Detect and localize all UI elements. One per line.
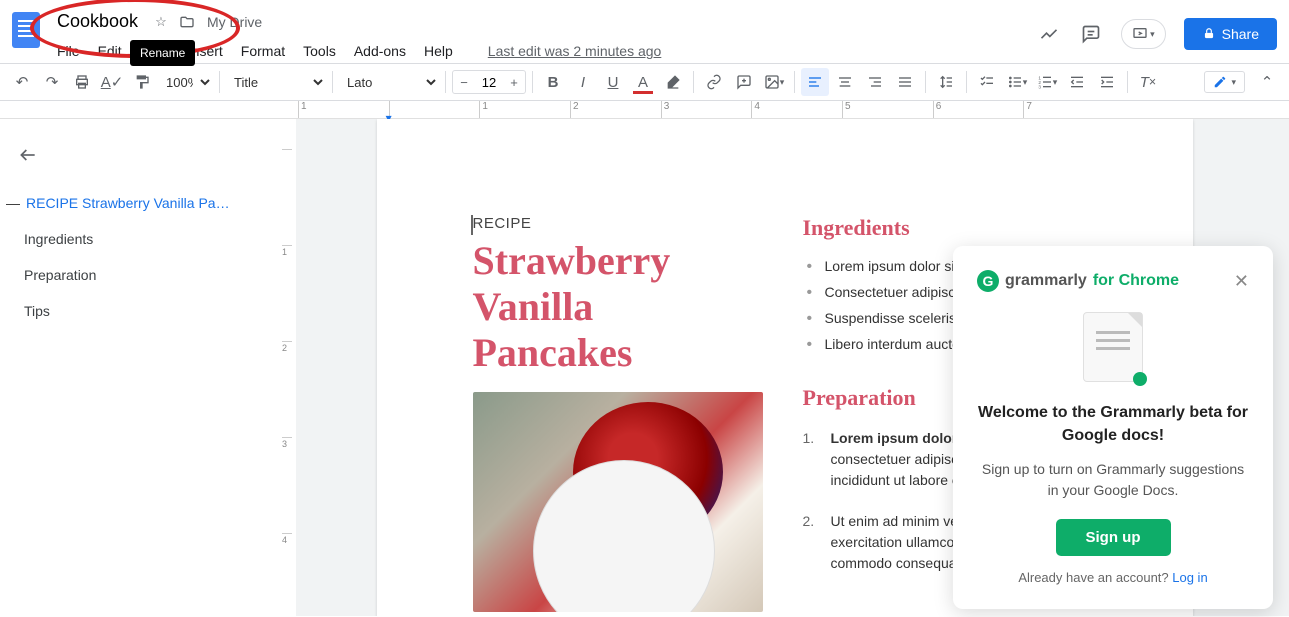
activity-icon[interactable] (1037, 22, 1061, 46)
outline-item-ingredients[interactable]: Ingredients (12, 223, 268, 255)
font-size-input[interactable] (475, 75, 503, 90)
folder-path[interactable]: My Drive (207, 14, 262, 30)
comment-button[interactable] (730, 68, 758, 96)
grammarly-logo-icon: G (977, 270, 999, 292)
bold-button[interactable]: B (539, 68, 567, 96)
outdent-button[interactable] (1063, 68, 1091, 96)
line-spacing-button[interactable] (932, 68, 960, 96)
align-right-button[interactable] (861, 68, 889, 96)
spellcheck-button[interactable]: A✓ (98, 68, 126, 96)
docs-logo-icon[interactable] (12, 12, 40, 48)
outline-item-preparation[interactable]: Preparation (12, 259, 268, 291)
login-link[interactable]: Log in (1172, 570, 1207, 585)
checklist-button[interactable] (973, 68, 1001, 96)
image-button[interactable]: ▾ (760, 68, 788, 96)
grammarly-body: Sign up to turn on Grammarly suggestions… (977, 459, 1249, 501)
grammarly-popup: G grammarly for Chrome ✕ Welcome to the … (953, 246, 1273, 609)
more-button[interactable]: ⌃ (1253, 68, 1281, 96)
header-right: ▾ Share (1037, 18, 1277, 50)
menu-edit[interactable]: Edit (91, 39, 129, 63)
bullet-list-button[interactable]: ▾ (1003, 68, 1031, 96)
ingredients-heading[interactable]: Ingredients (803, 215, 1097, 241)
vertical-ruler[interactable]: 1 2 3 4 (280, 119, 296, 616)
star-icon[interactable]: ☆ (151, 12, 171, 32)
text-color-button[interactable]: A (629, 68, 657, 96)
indent-button[interactable] (1093, 68, 1121, 96)
menu-format[interactable]: Format (234, 39, 292, 63)
highlight-button[interactable] (659, 68, 687, 96)
recipe-eyebrow[interactable]: RECIPE (473, 215, 763, 232)
grammarly-heading: Welcome to the Grammarly beta for Google… (977, 402, 1249, 447)
grammarly-login-row: Already have an account? Log in (977, 570, 1249, 585)
clear-formatting-button[interactable]: T× (1134, 68, 1162, 96)
svg-text:3: 3 (1038, 85, 1041, 90)
horizontal-ruler[interactable]: 1 ▾ 1 2 3 4 5 6 7 (0, 101, 1289, 119)
align-center-button[interactable] (831, 68, 859, 96)
underline-button[interactable]: U (599, 68, 627, 96)
share-label: Share (1222, 26, 1259, 42)
numbered-list-button[interactable]: 123 ▾ (1033, 68, 1061, 96)
zoom-select[interactable]: 100% (158, 70, 213, 95)
editing-mode-button[interactable]: ▾ (1204, 71, 1245, 93)
header: ☆ My Drive Rename File Edit View Insert … (0, 0, 1289, 63)
link-button[interactable] (700, 68, 728, 96)
italic-button[interactable]: I (569, 68, 597, 96)
menu-bar: File Edit View Insert Format Tools Add-o… (50, 39, 1037, 63)
menu-tools[interactable]: Tools (296, 39, 343, 63)
align-justify-button[interactable] (891, 68, 919, 96)
font-size-decrease[interactable]: − (453, 71, 475, 93)
font-size-increase[interactable]: + (503, 71, 525, 93)
outline-item-title[interactable]: RECIPE Strawberry Vanilla Pa… (0, 187, 268, 219)
print-button[interactable] (68, 68, 96, 96)
signup-button[interactable]: Sign up (1056, 519, 1171, 556)
paint-format-button[interactable] (128, 68, 156, 96)
toolbar: ↶ ↷ A✓ 100% Title Lato − + B I U A ▾ (0, 63, 1289, 101)
rename-tooltip: Rename (130, 40, 195, 66)
doc-illustration-icon (1083, 312, 1143, 382)
text-cursor (471, 215, 473, 235)
title-area: ☆ My Drive Rename File Edit View Insert … (50, 8, 1037, 63)
close-icon[interactable]: ✕ (1234, 271, 1249, 292)
font-select[interactable]: Lato (339, 70, 439, 95)
last-edit-link[interactable]: Last edit was 2 minutes ago (488, 43, 662, 59)
outline-item-tips[interactable]: Tips (12, 295, 268, 327)
outline-sidebar: RECIPE Strawberry Vanilla Pa… Ingredient… (0, 119, 280, 616)
recipe-title[interactable]: Strawberry Vanilla Pancakes (473, 238, 763, 376)
undo-button[interactable]: ↶ (8, 68, 36, 96)
font-size-control: − + (452, 70, 526, 94)
outline-back-button[interactable] (12, 139, 44, 171)
doc-title-input[interactable] (50, 8, 145, 35)
comments-icon[interactable] (1079, 22, 1103, 46)
recipe-image[interactable] (473, 392, 763, 612)
menu-file[interactable]: File (50, 39, 87, 63)
chevron-down-icon: ▾ (1150, 29, 1155, 40)
menu-addons[interactable]: Add-ons (347, 39, 413, 63)
redo-button[interactable]: ↷ (38, 68, 66, 96)
present-button[interactable]: ▾ (1121, 19, 1166, 49)
grammarly-logo: G grammarly for Chrome (977, 270, 1179, 292)
share-button[interactable]: Share (1184, 18, 1277, 50)
align-left-button[interactable] (801, 68, 829, 96)
menu-help[interactable]: Help (417, 39, 460, 63)
style-select[interactable]: Title (226, 70, 326, 95)
folder-icon[interactable] (177, 12, 197, 32)
